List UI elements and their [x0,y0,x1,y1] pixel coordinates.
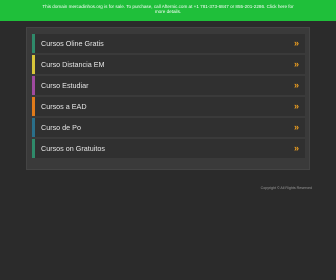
link-label: Curso Distancia EM [41,60,105,69]
link-item-cursos-a-ead[interactable]: Cursos a EAD » [32,97,305,116]
link-label: Cursos a EAD [41,102,87,111]
related-links-list: Cursos Oline Gratis » Curso Distancia EM… [32,34,305,160]
copyright-footer: Copyright © All Rights Reserved [260,186,312,190]
link-label: Cursos Oline Gratis [41,39,104,48]
link-label: Curso de Po [41,123,81,132]
link-item-cursos-oline-gratis[interactable]: Cursos Oline Gratis » [32,34,305,53]
link-item-cursos-on-gratuitos[interactable]: Cursos on Gratuitos » [32,139,305,158]
link-item-curso-estudiar[interactable]: Curso Estudiar » [32,76,305,95]
double-chevron-right-icon: » [293,80,299,90]
double-chevron-right-icon: » [293,101,299,111]
double-chevron-right-icon: » [293,38,299,48]
double-chevron-right-icon: » [293,59,299,69]
link-label: Cursos on Gratuitos [41,144,105,153]
link-item-curso-distancia-em[interactable]: Curso Distancia EM » [32,55,305,74]
double-chevron-right-icon: » [293,122,299,132]
banner-text-line2: more details. [154,9,182,15]
link-label: Curso Estudiar [41,81,89,90]
link-item-curso-de-po[interactable]: Curso de Po » [32,118,305,137]
double-chevron-right-icon: » [293,143,299,153]
domain-sale-banner[interactable]: This domain mercadinhos.org is for sale.… [0,0,336,21]
related-links-panel: Cursos Oline Gratis » Curso Distancia EM… [26,27,310,170]
